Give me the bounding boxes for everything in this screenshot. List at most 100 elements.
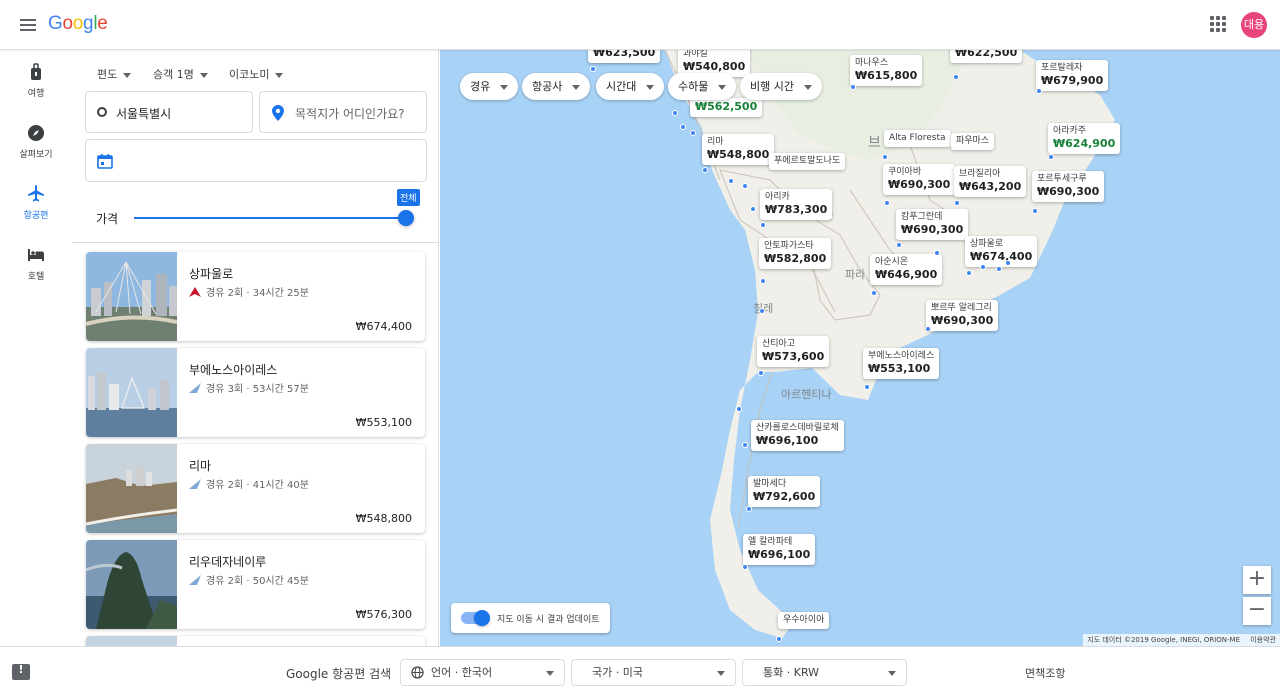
trip-type-select[interactable]: 편도 — [97, 66, 132, 82]
map-price-label[interactable]: 브라질리아 ₩643,200 — [954, 166, 1027, 197]
nav-item-label: 살펴보기 — [19, 150, 53, 160]
currency-value: 통화 · KRW — [763, 666, 820, 679]
result-card[interactable]: 부에노스아이레스 경유 3회 · 53시간 57분 ₩553,100 — [86, 348, 425, 437]
currency-select[interactable]: 통화 · KRW — [742, 659, 907, 686]
map-airport-pin[interactable] — [750, 206, 756, 212]
nav-item-trips[interactable]: 여행 — [0, 62, 72, 99]
map-price-label[interactable]: 푸에르토말도나도 — [769, 153, 846, 170]
zoom-out-button[interactable]: − — [1243, 597, 1271, 625]
nav-item-flights[interactable]: 항공편 — [0, 184, 72, 221]
apps-grid-icon[interactable] — [1207, 13, 1229, 35]
map-price-label[interactable]: 산티아고 ₩573,600 — [757, 336, 830, 367]
map-airport-pin[interactable] — [758, 370, 764, 376]
map-airport-pin[interactable] — [953, 74, 959, 80]
map-price-label[interactable]: 아라카주 ₩624,900 — [1048, 123, 1121, 154]
map-price-label[interactable]: 파우마스 — [951, 133, 995, 150]
feedback-icon[interactable] — [12, 663, 30, 680]
origin-field[interactable]: 서울특별시 — [85, 91, 253, 133]
map-view[interactable]: 브 파라 칠레 아르헨티나 아 경유 항공사 시간대 수하물 비행 시간 ₩62… — [440, 50, 1280, 646]
chevron-down-icon — [646, 84, 655, 90]
map-airport-pin[interactable] — [742, 442, 748, 448]
filter-airline-chip[interactable]: 항공사 — [522, 73, 591, 100]
map-price-label[interactable]: 캄푸그란데 ₩690,300 — [896, 209, 969, 240]
map-terms-link[interactable]: 이용약관 — [1250, 636, 1276, 644]
map-airport-pin[interactable] — [925, 326, 931, 332]
map-price-label[interactable]: 마나우스 ₩615,800 — [850, 55, 923, 86]
disclaimer-link[interactable]: 면책조항 — [1025, 665, 1065, 681]
map-airport-pin[interactable] — [746, 506, 752, 512]
map-price-label[interactable]: 포르탈레자 ₩679,900 — [1036, 60, 1109, 91]
map-airport-pin[interactable] — [728, 178, 734, 184]
map-airport-pin[interactable] — [884, 200, 890, 206]
map-price-label[interactable]: 엘 칼라파테 ₩696,100 — [743, 534, 816, 565]
chevron-down-icon — [199, 72, 208, 78]
google-logo[interactable]: Google — [48, 13, 108, 35]
map-airport-pin[interactable] — [690, 130, 696, 136]
result-card[interactable]: 상파울로 경유 2회 · 34시간 25분 ₩674,400 — [86, 252, 425, 341]
map-price-label[interactable]: ₩562,500 — [690, 98, 763, 117]
destination-field[interactable]: 목적지가 어디인가요? — [259, 91, 427, 133]
map-airport-pin[interactable] — [996, 266, 1002, 272]
result-card[interactable]: 리우데자네이루 경유 2회 · 50시간 45분 ₩576,300 — [86, 540, 425, 629]
map-price-label[interactable]: 상파울로 ₩674,400 — [965, 236, 1038, 267]
map-airport-pin[interactable] — [882, 154, 888, 160]
country-select[interactable]: 국가 · 미국 — [571, 659, 736, 686]
update-on-move-toggle[interactable] — [461, 610, 490, 626]
map-price-label[interactable]: ₩623,500 — [588, 50, 661, 63]
map-price-label[interactable]: 리마 ₩548,800 — [702, 134, 775, 165]
map-airport-pin[interactable] — [680, 124, 686, 130]
map-airport-pin[interactable] — [742, 564, 748, 570]
passengers-select[interactable]: 승객 1명 — [153, 66, 208, 82]
map-airport-pin[interactable] — [590, 66, 596, 72]
map-price-label[interactable]: 아순시온 ₩646,900 — [870, 254, 943, 285]
map-price-label[interactable]: 아리카 ₩783,300 — [760, 189, 833, 220]
map-airport-pin[interactable] — [672, 110, 678, 116]
footer: Google 항공편 검색 언어 · 한국어 국가 · 미국 통화 · KRW … — [0, 646, 1280, 698]
chip-label: 시간대 — [606, 80, 637, 93]
map-price-label[interactable]: 우수아이아 — [778, 612, 830, 629]
map-airport-pin[interactable] — [742, 183, 748, 189]
language-select[interactable]: 언어 · 한국어 — [400, 659, 565, 686]
map-airport-pin[interactable] — [1032, 208, 1038, 214]
map-airport-pin[interactable] — [1048, 154, 1054, 160]
nav-item-hotels[interactable]: 호텔 — [0, 245, 72, 282]
price-slider-track[interactable] — [134, 217, 406, 219]
date-field[interactable] — [85, 139, 427, 182]
map-airport-pin[interactable] — [1005, 260, 1011, 266]
map-airport-pin[interactable] — [760, 278, 766, 284]
result-card[interactable]: 리마 경유 2회 · 41시간 40분 ₩548,800 — [86, 444, 425, 533]
map-airport-pin[interactable] — [736, 406, 742, 412]
filter-time-chip[interactable]: 시간대 — [596, 73, 665, 100]
filter-stops-chip[interactable]: 경유 — [460, 73, 519, 100]
map-price-label[interactable]: Alta Floresta — [884, 130, 951, 147]
map-price-label[interactable]: 발마세다 ₩792,600 — [748, 476, 821, 507]
map-price-label[interactable]: 포르투세구루 ₩690,300 — [1032, 171, 1105, 202]
nav-item-explore[interactable]: 살펴보기 — [0, 123, 72, 160]
map-airport-pin[interactable] — [934, 250, 940, 256]
map-airport-pin[interactable] — [871, 290, 877, 296]
map-airport-pin[interactable] — [896, 242, 902, 248]
hamburger-menu-icon[interactable] — [14, 11, 42, 39]
map-airport-pin[interactable] — [850, 84, 856, 90]
avatar[interactable]: 대용 — [1241, 12, 1267, 38]
zoom-in-button[interactable]: + — [1243, 566, 1271, 594]
map-price-label[interactable]: 쿠이아바 ₩690,300 — [883, 164, 956, 195]
map-price-label[interactable]: ₩622,500 — [950, 50, 1023, 63]
map-price-label[interactable]: 산카를로스데바릴로체 ₩696,100 — [751, 420, 844, 451]
map-airport-pin[interactable] — [759, 308, 765, 314]
map-price-label[interactable]: 뽀르뚜 알레그리 ₩690,300 — [926, 300, 999, 331]
filter-baggage-chip[interactable]: 수하물 — [668, 73, 737, 100]
map-airport-pin[interactable] — [980, 264, 986, 270]
map-airport-pin[interactable] — [1036, 88, 1042, 94]
map-airport-pin[interactable] — [954, 200, 960, 206]
map-airport-pin[interactable] — [966, 270, 972, 276]
filter-duration-chip[interactable]: 비행 시간 — [740, 73, 822, 100]
map-airport-pin[interactable] — [776, 636, 782, 642]
map-airport-pin[interactable] — [702, 167, 708, 173]
map-airport-pin[interactable] — [760, 222, 766, 228]
map-airport-pin[interactable] — [864, 384, 870, 390]
map-price-label[interactable]: 안토파가스타 ₩582,800 — [759, 238, 832, 269]
price-slider-handle[interactable] — [398, 210, 414, 226]
cabin-select[interactable]: 이코노미 — [229, 66, 284, 82]
map-price-label[interactable]: 부에노스아이레스 ₩553,100 — [863, 348, 940, 379]
